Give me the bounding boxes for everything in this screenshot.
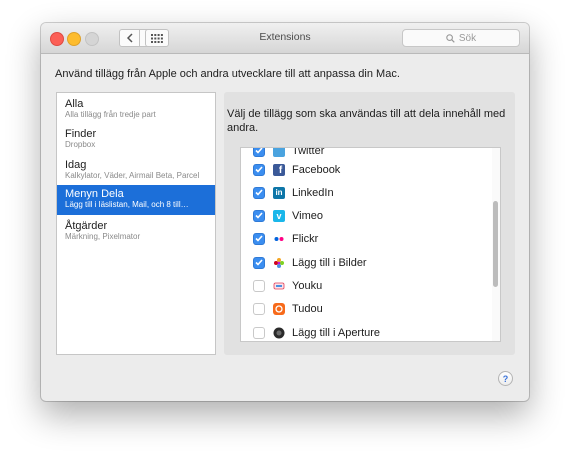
extension-label: LinkedIn bbox=[292, 186, 334, 199]
extension-label: Tudou bbox=[292, 302, 323, 315]
extension-label: Facebook bbox=[292, 163, 341, 176]
sidebar-item-subtitle: Alla tillägg från tredje part bbox=[65, 110, 156, 119]
tudou-icon bbox=[273, 302, 285, 315]
list-item-twitter: Twitter bbox=[253, 147, 325, 159]
youku-icon bbox=[273, 280, 285, 292]
aperture-checkbox[interactable] bbox=[253, 326, 265, 339]
tudou-checkbox[interactable] bbox=[253, 302, 265, 315]
page-heading: Använd tillägg från Apple och andra utve… bbox=[55, 68, 400, 80]
checkmark-icon bbox=[255, 166, 263, 173]
flickr-checkbox[interactable] bbox=[253, 232, 265, 245]
vimeo-icon: v bbox=[273, 209, 285, 222]
extension-label: Twitter bbox=[292, 147, 325, 157]
title-bar: Extensions Sök bbox=[41, 23, 529, 54]
panel-description: Välj de tillägg som ska användas till at… bbox=[227, 108, 506, 134]
sidebar-item-atgarder[interactable]: Åtgärder Märkning, Pixelmator bbox=[57, 217, 215, 247]
sidebar-item-title: Finder bbox=[65, 128, 97, 140]
help-button[interactable]: ? bbox=[498, 371, 513, 386]
twitter-icon bbox=[273, 148, 285, 157]
sidebar-item-subtitle: Lägg till i läslistan, Mail, och 8 till… bbox=[65, 200, 189, 209]
extension-label: Flickr bbox=[292, 232, 319, 245]
flickr-icon bbox=[273, 233, 285, 245]
facebook-icon: f bbox=[273, 163, 285, 176]
sidebar-item-alla[interactable]: Alla Alla tillägg från tredje part bbox=[57, 95, 215, 125]
checkmark-icon bbox=[255, 259, 263, 266]
checkmark-icon bbox=[255, 148, 263, 154]
search-icon bbox=[446, 33, 455, 43]
search-placeholder: Sök bbox=[458, 32, 477, 44]
aperture-icon bbox=[273, 327, 285, 339]
photos-icon bbox=[273, 257, 285, 269]
extension-label: Lägg till i Bilder bbox=[292, 256, 367, 269]
list-item-flickr: Flickr bbox=[253, 230, 318, 247]
twitter-checkbox[interactable] bbox=[253, 148, 265, 157]
list-item-vimeo: v Vimeo bbox=[253, 207, 323, 224]
list-item-youku: Youku bbox=[253, 277, 322, 294]
list-item-tudou: Tudou bbox=[253, 300, 323, 317]
sidebar-item-title: Idag bbox=[65, 159, 87, 171]
extension-label: Lägg till i Aperture bbox=[292, 326, 381, 339]
sidebar-item-menyn-dela[interactable]: Menyn Dela Lägg till i läslistan, Mail, … bbox=[57, 185, 215, 215]
sidebar-item-subtitle: Märkning, Pixelmator bbox=[65, 232, 141, 241]
vimeo-checkbox[interactable] bbox=[253, 209, 265, 222]
sidebar-item-idag[interactable]: Idag Kalkylator, Väder, Airmail Beta, Pa… bbox=[57, 156, 215, 186]
extension-label: Youku bbox=[292, 279, 323, 292]
list-item-facebook: f Facebook bbox=[253, 161, 340, 178]
youku-checkbox[interactable] bbox=[253, 279, 265, 292]
checkmark-icon bbox=[255, 212, 263, 219]
preferences-window: Extensions Sök Använd tillägg från Apple… bbox=[41, 23, 529, 401]
checkmark-icon bbox=[255, 189, 263, 196]
sidebar-item-subtitle: Kalkylator, Väder, Airmail Beta, Parcel bbox=[65, 171, 200, 180]
sidebar-item-title: Alla bbox=[65, 98, 84, 110]
sidebar-item-title: Åtgärder bbox=[65, 220, 108, 232]
extension-list[interactable]: Twitter f Facebook in LinkedIn v Vimeo F… bbox=[240, 147, 501, 342]
sidebar-item-title: Menyn Dela bbox=[65, 188, 124, 200]
help-label: ? bbox=[502, 373, 509, 384]
photos-checkbox[interactable] bbox=[253, 256, 265, 269]
list-item-linkedin: in LinkedIn bbox=[253, 184, 334, 201]
list-scrollbar-thumb[interactable] bbox=[493, 201, 498, 287]
list-item-aperture: Lägg till i Aperture bbox=[253, 324, 380, 341]
checkmark-icon bbox=[255, 235, 263, 242]
list-item-photos: Lägg till i Bilder bbox=[253, 254, 367, 271]
extension-label: Vimeo bbox=[292, 209, 323, 222]
sidebar-item-finder[interactable]: Finder Dropbox bbox=[57, 125, 215, 155]
search-field[interactable]: Sök bbox=[402, 29, 520, 47]
linkedin-checkbox[interactable] bbox=[253, 186, 265, 199]
extension-category-list: Alla Alla tillägg från tredje part Finde… bbox=[56, 92, 216, 355]
linkedin-icon: in bbox=[273, 186, 285, 199]
facebook-checkbox[interactable] bbox=[253, 163, 265, 176]
sidebar-item-subtitle: Dropbox bbox=[65, 140, 96, 149]
